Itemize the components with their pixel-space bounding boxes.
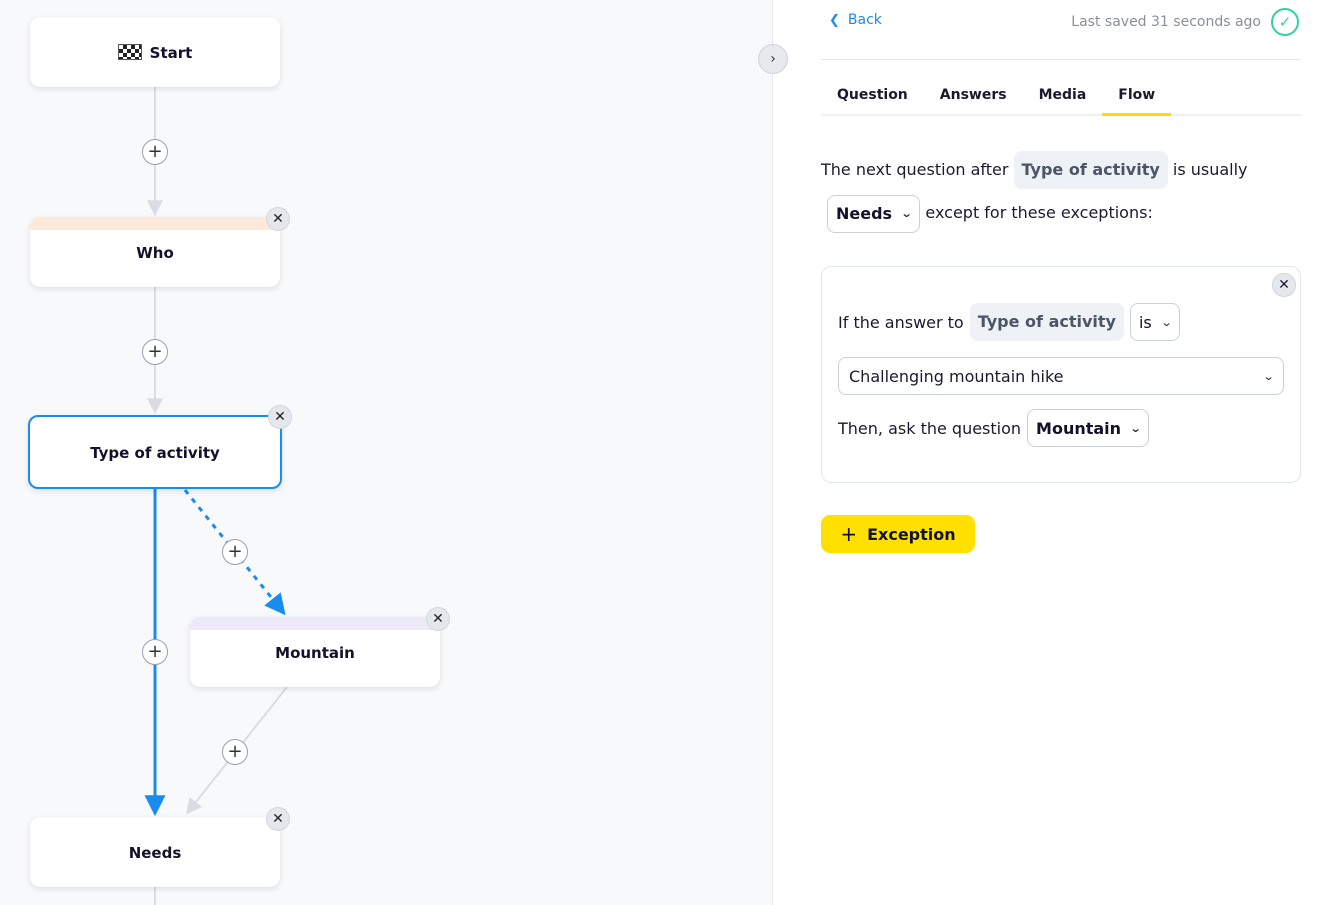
node-who-label: Who — [136, 244, 174, 262]
flow-prefix: The next question after — [821, 160, 1009, 179]
question-panel: ❮ Back Last saved 31 seconds ago ✓ Quest… — [773, 0, 1325, 905]
tab-media[interactable]: Media — [1023, 84, 1103, 116]
close-icon[interactable]: ✕ — [266, 207, 290, 231]
node-type-of-activity[interactable]: Type of activity ✕ — [28, 405, 292, 489]
exception-target-row: Then, ask the question Mountain ⌄ — [838, 409, 1150, 447]
node-mountain-stripe — [190, 617, 440, 630]
add-exception-button[interactable]: + Exception — [821, 515, 975, 553]
chevron-down-icon: ⌄ — [1129, 421, 1142, 435]
operator-value: is — [1138, 312, 1152, 332]
default-next-value: Needs — [836, 204, 893, 223]
target-value: Mountain — [1036, 418, 1122, 438]
plus-icon: + — [840, 522, 858, 546]
tab-answers[interactable]: Answers — [924, 84, 1023, 116]
tab-question[interactable]: Question — [821, 84, 924, 116]
chevron-left-icon: ❮ — [829, 12, 840, 28]
last-saved-status: Last saved 31 seconds ago — [1071, 14, 1261, 30]
chevron-down-icon: ⌄ — [1160, 315, 1173, 329]
node-mountain-label: Mountain — [275, 644, 355, 662]
check-circle-icon: ✓ — [1271, 8, 1299, 36]
flow-default-sentence: The next question after Type of activity… — [821, 148, 1281, 234]
back-button[interactable]: ❮ Back — [829, 12, 882, 28]
target-question-select[interactable]: Mountain ⌄ — [1027, 409, 1150, 447]
condition-question-chip: Type of activity — [969, 303, 1124, 341]
close-icon[interactable]: ✕ — [268, 405, 292, 429]
add-step-plus-icon[interactable]: + — [142, 639, 168, 665]
back-label: Back — [847, 12, 882, 28]
node-type-label: Type of activity — [90, 444, 220, 462]
add-exception-label: Exception — [867, 524, 956, 544]
question-chip: Type of activity — [1013, 151, 1168, 189]
add-step-plus-icon[interactable]: + — [222, 539, 248, 565]
node-start-label: Start — [149, 44, 193, 62]
if-text: If the answer to — [838, 312, 964, 332]
exception-condition-row: If the answer to Type of activity is ⌄ — [838, 303, 1180, 341]
add-step-plus-icon[interactable]: + — [142, 339, 168, 365]
add-step-plus-icon[interactable]: + — [222, 739, 248, 765]
checkered-flag-icon — [117, 44, 142, 60]
panel-tabs: Question Answers Media Flow — [821, 84, 1301, 116]
node-mountain[interactable]: Mountain ✕ — [190, 607, 450, 687]
divider — [821, 59, 1301, 60]
chevron-down-icon: ⌄ — [900, 207, 913, 220]
flow-canvas[interactable]: Start Who ✕ Type of activity ✕ Mountain … — [0, 0, 773, 905]
collapse-panel-chevron-icon[interactable]: › — [758, 44, 788, 74]
then-text: Then, ask the question — [838, 418, 1022, 438]
tab-flow[interactable]: Flow — [1102, 84, 1172, 116]
node-needs[interactable]: Needs ✕ — [30, 807, 290, 887]
node-needs-label: Needs — [128, 844, 182, 862]
flow-middle: is usually — [1172, 160, 1248, 179]
add-step-plus-icon[interactable]: + — [142, 139, 168, 165]
exception-card: ✕ If the answer to Type of activity is ⌄… — [821, 266, 1301, 483]
node-who-stripe — [30, 217, 280, 230]
close-icon[interactable]: ✕ — [1272, 273, 1296, 297]
default-next-select[interactable]: Needs ⌄ — [827, 194, 921, 233]
chevron-down-icon: ⌄ — [1262, 369, 1275, 383]
node-start[interactable]: Start — [30, 17, 280, 87]
close-icon[interactable]: ✕ — [266, 807, 290, 831]
answer-value: Challenging mountain hike — [849, 366, 1064, 386]
close-icon[interactable]: ✕ — [426, 607, 450, 631]
node-who[interactable]: Who ✕ — [30, 207, 290, 287]
operator-select[interactable]: is ⌄ — [1129, 303, 1180, 341]
answer-select[interactable]: Challenging mountain hike ⌄ — [838, 357, 1284, 395]
flow-suffix: except for these exceptions: — [925, 203, 1153, 222]
